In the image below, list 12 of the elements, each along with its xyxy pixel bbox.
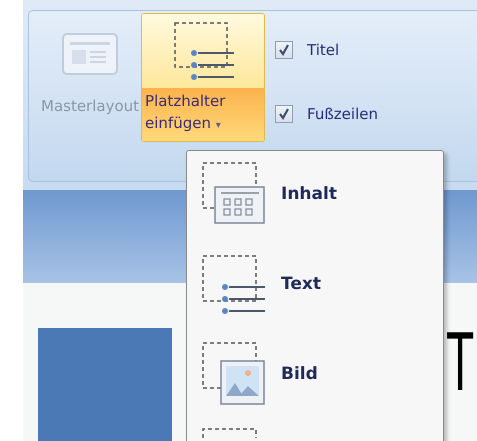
slide-title-text: T (446, 319, 474, 403)
content-placeholder-icon (201, 161, 267, 227)
picture-placeholder-icon (201, 341, 267, 407)
checkbox[interactable] (275, 105, 294, 123)
insert-placeholder-button[interactable]: Platzhalter einfügen ▾ (141, 13, 266, 142)
checkbox-option[interactable]: Titel (275, 41, 378, 59)
menu-item[interactable]: Inhalt (281, 184, 337, 204)
checkbox-option[interactable]: Fußzeilen (275, 105, 378, 123)
layout-icon (62, 33, 118, 75)
menu-item[interactable]: Bild (281, 364, 318, 384)
menu-item[interactable]: Text (281, 274, 321, 294)
checkbox[interactable] (275, 41, 294, 59)
